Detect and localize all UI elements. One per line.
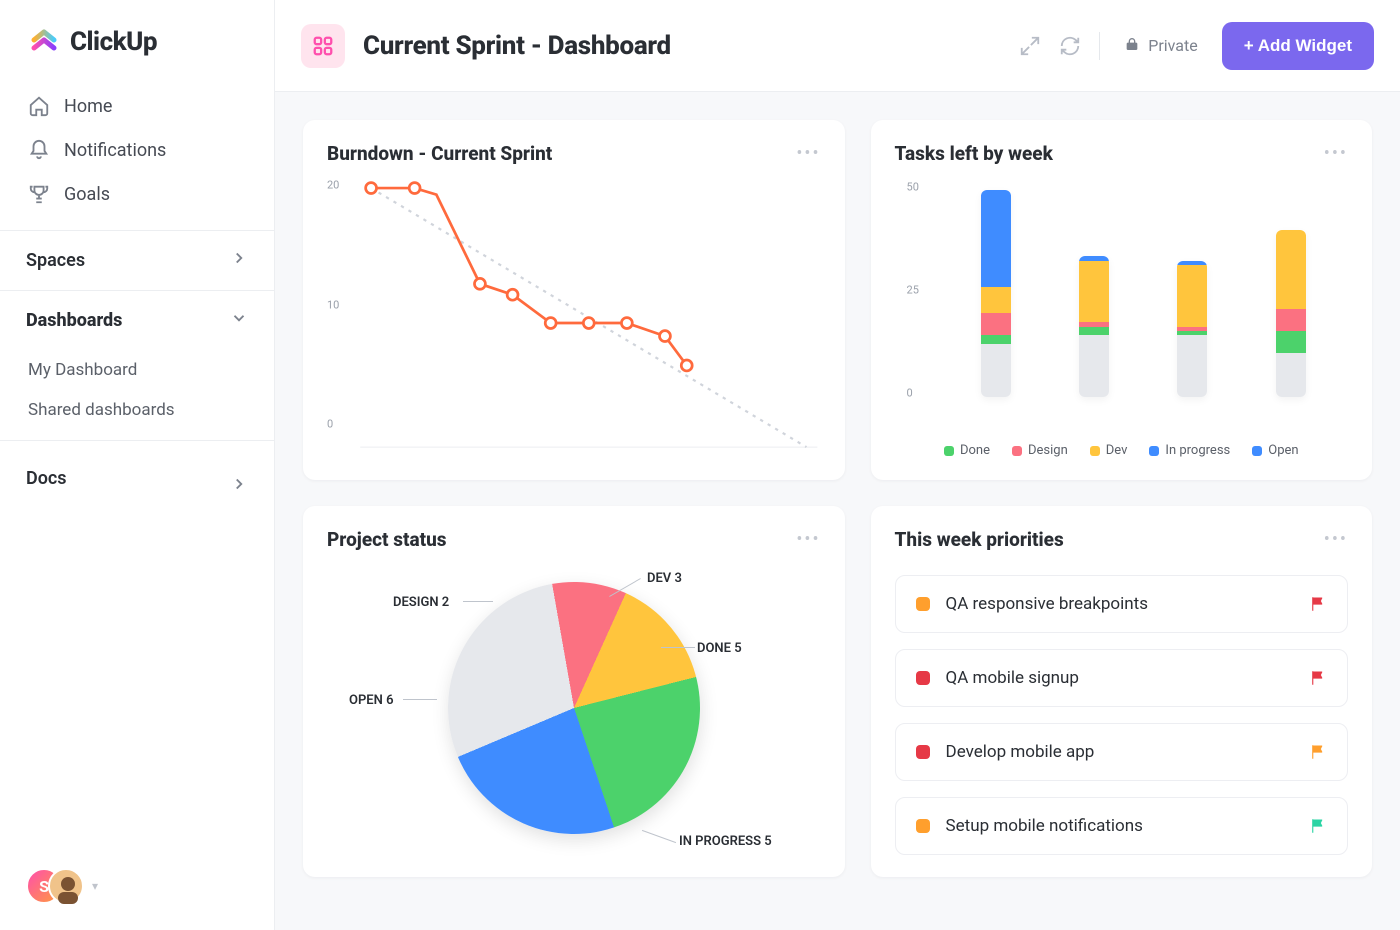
section-docs[interactable]: Docs [0,441,274,516]
brand[interactable]: ClickUp [0,0,274,78]
priority-item[interactable]: QA mobile signup [895,649,1348,707]
sidebar-item-notifications[interactable]: Notifications [14,128,260,172]
sidebar-item-home[interactable]: Home [14,84,260,128]
pie-label: OPEN 6 [349,693,394,708]
priority-item[interactable]: Develop mobile app [895,723,1348,781]
widget-title: Tasks left by week [895,142,1053,165]
widget-title: Burndown - Current Sprint [327,142,552,165]
priority-item[interactable]: Setup mobile notifications [895,797,1348,855]
visibility-indicator[interactable]: Private [1118,36,1203,56]
widget-burndown: Burndown - Current Sprint ••• 20 10 0 [303,120,845,480]
pie-label: IN PROGRESS 5 [679,834,772,849]
trophy-icon [28,183,50,205]
priority-list: QA responsive breakpoints QA mobile signu… [895,575,1348,855]
user-avatar [48,868,84,904]
status-icon [916,597,930,611]
section-label: Spaces [26,250,85,271]
add-widget-button[interactable]: + Add Widget [1222,22,1374,70]
section-dashboards[interactable]: Dashboards [0,290,274,350]
sidebar-item-label: Goals [64,184,110,205]
pie-label: DONE 5 [697,641,742,656]
topbar: Current Sprint - Dashboard Private + Add… [275,0,1400,92]
widget-tasks-by-week: Tasks left by week ••• 50 25 0 Done Des [871,120,1372,480]
priority-label: Setup mobile notifications [946,816,1143,836]
legend-item: Dev [1090,443,1128,458]
chart-legend: Done Design Dev In progress Open [895,443,1348,458]
expand-icon[interactable] [1019,35,1041,57]
more-icon[interactable]: ••• [1324,529,1348,550]
widget-title: Project status [327,528,447,551]
lock-icon [1124,36,1140,56]
clickup-logo-icon [28,26,60,58]
dashboards-sublist: My Dashboard Shared dashboards [0,350,274,440]
more-icon[interactable]: ••• [796,143,820,164]
bell-icon [28,139,50,161]
legend-item: Design [1012,443,1068,458]
sidebar: ClickUp Home Notifications Goals [0,0,275,930]
pie-chart: DESIGN 2 DEV 3 DONE 5 OPEN 6 IN PROGRESS… [327,561,821,855]
flag-icon [1309,669,1327,687]
chevron-right-icon [230,475,248,498]
axis-tick: 20 [327,179,339,192]
flag-icon [1309,743,1327,761]
priority-label: QA responsive breakpoints [946,594,1148,614]
brand-name: ClickUp [70,27,157,57]
page-title: Current Sprint - Dashboard [363,31,671,61]
bar [1079,256,1109,397]
home-icon [28,95,50,117]
section-label: Docs [26,468,67,489]
visibility-label: Private [1148,36,1197,55]
burndown-chart: 20 10 0 [327,175,821,458]
more-icon[interactable]: ••• [1324,143,1348,164]
sidebar-item-label: Home [64,96,112,117]
axis-tick: 10 [327,298,339,311]
priority-label: Develop mobile app [946,742,1095,762]
widget-priorities: This week priorities ••• QA responsive b… [871,506,1372,877]
sidebar-item-label: Notifications [64,140,166,161]
pie-label: DEV 3 [647,571,682,586]
dashboard-icon [301,24,345,68]
refresh-icon[interactable] [1059,35,1081,57]
divider [1099,32,1100,60]
status-icon [916,671,930,685]
more-icon[interactable]: ••• [796,529,820,550]
widget-title: This week priorities [895,528,1064,551]
user-switcher[interactable]: S ▾ [26,868,98,904]
nav-primary: Home Notifications Goals [0,78,274,230]
sidebar-item-my-dashboard[interactable]: My Dashboard [14,350,260,390]
legend-item: In progress [1149,443,1230,458]
bar [1276,230,1306,397]
priority-item[interactable]: QA responsive breakpoints [895,575,1348,633]
pie-label: DESIGN 2 [393,595,449,610]
status-icon [916,745,930,759]
flag-icon [1309,595,1327,613]
widget-project-status: Project status ••• DESIGN 2 DEV 3 DONE 5… [303,506,845,877]
sidebar-item-goals[interactable]: Goals [14,172,260,216]
axis-tick: 0 [907,386,913,399]
section-spaces[interactable]: Spaces [0,230,274,290]
main: Current Sprint - Dashboard Private + Add… [275,0,1400,930]
chevron-right-icon [230,249,248,272]
chevron-down-icon: ▾ [92,879,98,893]
dashboard-board: Burndown - Current Sprint ••• 20 10 0 [275,92,1400,930]
bar [981,190,1011,397]
priority-label: QA mobile signup [946,668,1079,688]
tasks-bar-chart: 50 25 0 [895,175,1348,433]
avatar-stack: S [26,868,84,904]
chevron-down-icon [230,309,248,332]
sidebar-item-shared-dashboards[interactable]: Shared dashboards [14,390,260,430]
axis-tick: 0 [327,417,333,430]
axis-tick: 50 [907,181,919,194]
legend-item: Done [944,443,990,458]
status-icon [916,819,930,833]
bar [1177,261,1207,397]
legend-item: Open [1252,443,1298,458]
flag-icon [1309,817,1327,835]
section-label: Dashboards [26,310,122,331]
axis-tick: 25 [907,284,919,297]
